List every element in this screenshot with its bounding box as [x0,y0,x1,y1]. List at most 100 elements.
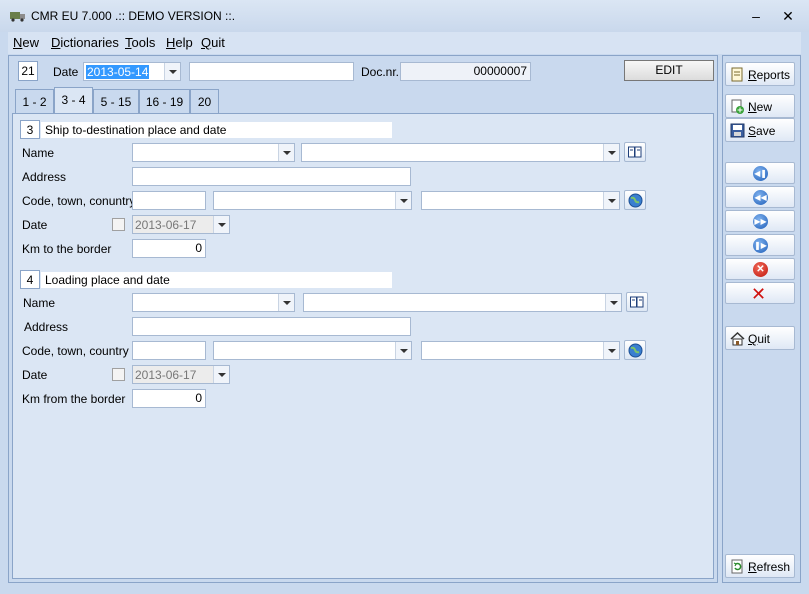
date-value: 2013-05-14 [86,65,150,79]
close-icon[interactable]: ✕ [777,6,799,26]
delete-record-button[interactable]: ✕ [725,258,795,280]
save-button[interactable]: Save [725,118,795,142]
s3-address-book-button[interactable] [624,142,646,162]
new-document-icon [731,99,744,114]
s4-address-label: Address [24,320,69,334]
dropdown-arrow-icon[interactable] [603,192,619,209]
refresh-button[interactable]: Refresh [725,554,795,578]
docnr-label: Doc.nr. [361,65,400,79]
s3-name-code-select[interactable] [132,143,295,162]
s3-date-value: 2013-06-17 [135,218,197,232]
s3-date-picker[interactable]: 2013-06-17 [132,215,230,234]
dropdown-arrow-icon[interactable] [213,216,229,233]
menu-new[interactable]: New [13,35,39,50]
s3-km-input[interactable]: 0 [132,239,206,258]
new-button[interactable]: New [725,94,795,118]
skip-last-icon: ❚▶ [753,238,768,253]
s3-km-label: Km to the border [22,242,112,256]
tab-1-2[interactable]: 1 - 2 [15,89,54,113]
quit-label: Quit [748,332,771,346]
dropdown-arrow-icon[interactable] [164,63,180,80]
globe-icon [628,193,643,208]
previous-record-button[interactable]: ◀◀ [725,186,795,208]
menu-quit[interactable]: Quit [201,35,225,50]
last-record-button[interactable]: ❚▶ [725,234,795,256]
tab-5-15[interactable]: 5 - 15 [93,89,139,113]
menu-bar: New Dictionaries Tools Help Quit [8,32,801,54]
dropdown-arrow-icon[interactable] [603,342,619,359]
dropdown-arrow-icon[interactable] [213,366,229,383]
s3-name-select[interactable] [301,143,620,162]
rewind-icon: ◀◀ [753,190,768,205]
s3-country-select[interactable] [421,191,620,210]
s4-address-input[interactable] [132,317,411,336]
header-extra-field[interactable] [189,62,354,81]
cancel-button[interactable]: ✕ [725,282,795,304]
s3-address-label: Address [22,170,67,184]
s3-globe-button[interactable] [624,190,646,210]
s3-postcode-input[interactable] [132,191,206,210]
next-record-button[interactable]: ▶▶ [725,210,795,232]
dropdown-arrow-icon[interactable] [603,144,619,161]
s4-km-label: Km from the border [22,392,126,406]
menu-help[interactable]: Help [166,35,193,50]
s4-km-input[interactable]: 0 [132,389,206,408]
tab-20[interactable]: 20 [190,89,219,113]
book-icon [630,296,644,308]
reports-button[interactable]: Reports [725,62,795,86]
s3-date-checkbox[interactable] [112,218,125,231]
s3-address-input[interactable] [132,167,411,186]
dropdown-arrow-icon[interactable] [395,342,411,359]
dropdown-arrow-icon[interactable] [278,144,294,161]
tab-3-4[interactable]: 3 - 4 [54,87,93,113]
s4-name-code-select[interactable] [132,293,295,312]
s3-code-label: Code, town, conuntry [22,194,136,208]
fast-forward-icon: ▶▶ [753,214,768,229]
s4-date-checkbox[interactable] [112,368,125,381]
date-picker[interactable]: 2013-05-14 [83,62,181,81]
s4-date-label: Date [22,368,48,382]
book-icon [628,146,642,158]
s4-town-select[interactable] [213,341,412,360]
s4-date-picker[interactable]: 2013-06-17 [132,365,230,384]
date-label: Date [53,65,79,79]
save-label[interactable]: Save [748,124,775,138]
box-number: 21 [18,61,38,81]
floppy-disk-icon [730,123,745,138]
section4-number: 4 [20,270,40,289]
menu-dictionaries[interactable]: Dictionaries [51,35,119,50]
s4-postcode-input[interactable] [132,341,206,360]
section3-title: Ship to-destination place and date [41,122,392,138]
section4-title: Loading place and date [41,272,392,288]
first-record-button[interactable]: ◀❚ [725,162,795,184]
home-icon [730,331,745,346]
minimize-button[interactable]: – [745,6,767,26]
dropdown-arrow-icon[interactable] [395,192,411,209]
quit-button[interactable]: Quit [725,326,795,350]
s4-name-select[interactable] [303,293,622,312]
s4-code-label: Code, town, country [22,344,129,358]
s3-town-select[interactable] [213,191,412,210]
s4-country-select[interactable] [421,341,620,360]
edit-button[interactable]: EDIT [624,60,714,81]
tab-16-19[interactable]: 16 - 19 [139,89,190,113]
window-title: CMR EU 7.000 .:: DEMO VERSION ::. [31,9,236,23]
s3-name-label: Name [22,146,55,160]
reports-icon [731,67,743,82]
globe-icon [628,343,643,358]
truck-app-icon [10,12,25,22]
dropdown-arrow-icon[interactable] [278,294,294,311]
refresh-label: Refresh [748,560,791,574]
docnr-field: 00000007 [400,62,531,81]
reports-label: Reports [748,68,791,82]
skip-first-icon: ◀❚ [753,166,768,181]
refresh-icon [731,559,743,574]
delete-circle-icon: ✕ [753,262,768,277]
s4-name-label: Name [23,296,56,310]
s4-globe-button[interactable] [624,340,646,360]
dropdown-arrow-icon[interactable] [605,294,621,311]
s4-date-value: 2013-06-17 [135,368,197,382]
s4-address-book-button[interactable] [626,292,648,312]
menu-tools[interactable]: Tools [125,35,155,50]
section3-number: 3 [20,120,40,139]
